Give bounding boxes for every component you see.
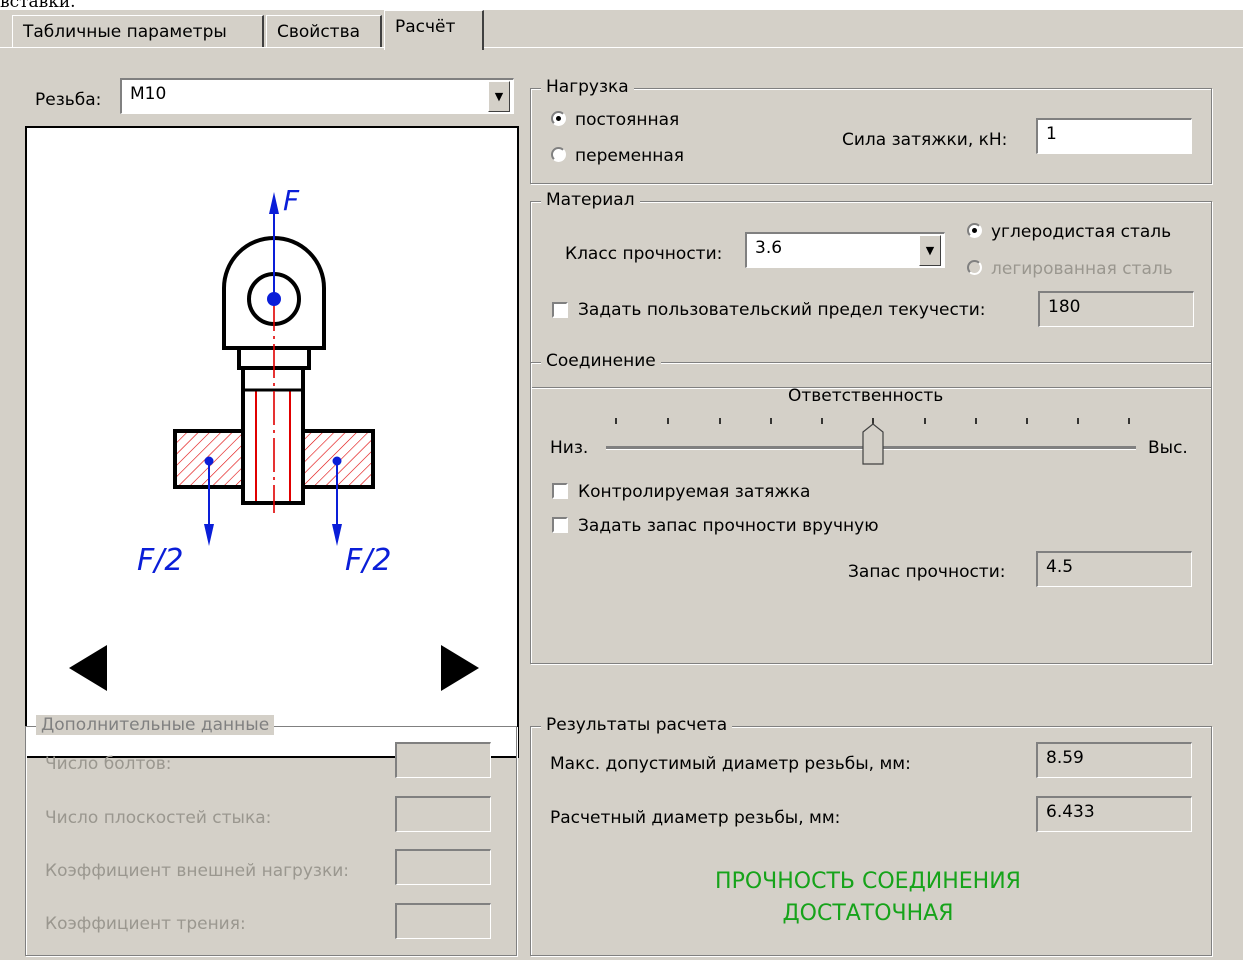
strength-class-value: 3.6 <box>755 238 783 258</box>
strength-class-combo[interactable]: 3.6 <box>745 232 945 268</box>
custom-yield-value: 180 <box>1048 297 1081 317</box>
manual-safety-checkbox[interactable] <box>552 517 568 533</box>
alloy-steel-radio[interactable] <box>967 260 982 275</box>
custom-yield-checkbox[interactable] <box>552 302 568 318</box>
responsibility-slider[interactable] <box>600 408 1140 468</box>
connection-title: Соединение <box>541 351 661 371</box>
calculation-panel: Резьба: M10 ▼ F F/2 F/2 Нагрузка постоян… <box>0 47 1243 960</box>
tightening-force-label: Сила затяжки, кН: <box>842 130 1008 150</box>
strength-verdict: ПРОЧНОСТЬ СОЕДИНЕНИЯ ДОСТАТОЧНАЯ <box>538 866 1198 930</box>
thread-label: Резьба: <box>35 90 102 110</box>
ext-load-coef-label: Коэффициент внешней нагрузки: <box>45 861 349 881</box>
thread-combo[interactable]: M10 <box>120 78 514 114</box>
ext-load-coef-input[interactable] <box>395 849 491 885</box>
tab-properties[interactable]: Свойства <box>266 15 382 47</box>
custom-yield-label: Задать пользовательский предел текучести… <box>578 300 986 320</box>
verdict-line-1: ПРОЧНОСТЬ СОЕДИНЕНИЯ <box>715 869 1021 894</box>
force-top-label: F <box>283 184 300 217</box>
friction-coef-input[interactable] <box>395 903 491 939</box>
tab-calculation[interactable]: Расчёт <box>384 10 484 50</box>
next-arrow-icon[interactable] <box>441 645 479 691</box>
tightening-force-value: 1 <box>1046 124 1057 144</box>
controlled-tightening-checkbox[interactable] <box>552 483 568 499</box>
bolts-count-input[interactable] <box>395 742 491 778</box>
load-constant-radio[interactable] <box>551 111 566 126</box>
tab-table-params[interactable]: Табличные параметры <box>12 15 264 47</box>
responsibility-label: Ответственность <box>788 386 944 406</box>
strength-class-dropdown-button[interactable]: ▼ <box>919 235 941 266</box>
max-diameter-value: 8.59 <box>1046 748 1084 768</box>
custom-yield-input[interactable]: 180 <box>1038 291 1194 327</box>
strength-class-label: Класс прочности: <box>565 244 723 264</box>
load-variable-radio[interactable] <box>551 147 566 162</box>
load-constant-label: постоянная <box>575 110 680 130</box>
controlled-tightening-label: Контролируемая затяжка <box>578 482 811 502</box>
cut-off-text: вставки. <box>0 0 76 12</box>
joint-planes-input[interactable] <box>395 796 491 832</box>
force-left-label: F/2 <box>137 543 183 578</box>
calc-diameter-value: 6.433 <box>1046 802 1095 822</box>
carbon-steel-label: углеродистая сталь <box>991 222 1172 242</box>
diagram-preview: F F/2 F/2 <box>25 126 519 758</box>
manual-safety-label: Задать запас прочности вручную <box>578 516 879 536</box>
bolt-shank <box>241 366 305 505</box>
tightening-force-input[interactable]: 1 <box>1036 118 1192 154</box>
slider-high-label: Выс. <box>1148 438 1188 458</box>
prev-arrow-icon[interactable] <box>69 645 107 691</box>
results-title: Результаты расчета <box>541 715 733 735</box>
slider-low-label: Низ. <box>550 438 589 458</box>
bolt-diagram: F F/2 F/2 <box>69 184 479 691</box>
joint-planes-label: Число плоскостей стыка: <box>45 808 272 828</box>
chevron-down-icon: ▼ <box>494 90 504 103</box>
carbon-steel-radio[interactable] <box>967 223 982 238</box>
safety-factor-label: Запас прочности: <box>848 562 1006 582</box>
load-variable-label: переменная <box>575 146 684 166</box>
load-title: Нагрузка <box>541 77 634 97</box>
max-diameter-label: Макс. допустимый диаметр резьбы, мм: <box>550 754 911 774</box>
calc-diameter-label: Расчетный диаметр резьбы, мм: <box>550 808 841 828</box>
extra-data-title: Дополнительные данные <box>36 715 275 735</box>
thread-dropdown-button[interactable]: ▼ <box>488 81 510 112</box>
max-diameter-output: 8.59 <box>1036 742 1192 778</box>
safety-factor-value: 4.5 <box>1046 557 1074 577</box>
friction-coef-label: Коэффициент трения: <box>45 914 246 934</box>
thread-value: M10 <box>130 84 167 104</box>
material-title: Материал <box>541 190 640 210</box>
verdict-line-2: ДОСТАТОЧНАЯ <box>782 901 954 926</box>
chevron-down-icon: ▼ <box>925 244 935 257</box>
bolts-count-label: Число болтов: <box>45 754 172 774</box>
slider-thumb <box>862 423 884 465</box>
force-right-label: F/2 <box>345 543 391 578</box>
calc-diameter-output: 6.433 <box>1036 796 1192 832</box>
safety-factor-input[interactable]: 4.5 <box>1036 551 1192 587</box>
alloy-steel-label: легированная сталь <box>991 259 1173 279</box>
